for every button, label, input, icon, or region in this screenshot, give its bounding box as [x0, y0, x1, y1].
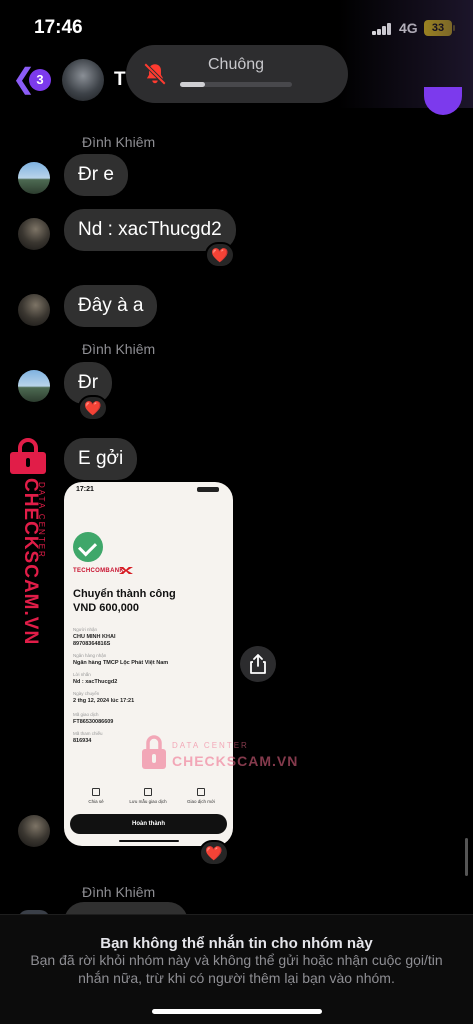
message-bubble[interactable]: E gởi: [64, 438, 138, 480]
bell-slash-icon: [143, 62, 167, 86]
done-button: Hoàn thành: [70, 814, 227, 834]
field-value: CHU MINH KHAI: [73, 634, 116, 640]
save-template-label: Lưu mẫu giao dịch: [129, 799, 167, 804]
avatar[interactable]: [18, 815, 50, 847]
message-bubble[interactable]: Đr e: [64, 154, 128, 196]
receipt-actions: Chia sẻ Lưu mẫu giao dịch Giao dịch mới: [64, 788, 233, 808]
sender-name: Đình Khiêm: [82, 884, 156, 900]
receipt-status-time: 17:21: [76, 486, 94, 493]
field-value: 89708364816S: [73, 641, 111, 647]
notice-text: Bạn đã rời khỏi nhóm này và không thể gử…: [30, 952, 443, 986]
left-group-notice: Bạn không thể nhắn tin cho nhóm này Bạn …: [0, 914, 473, 1024]
field-value: Nd : xacThucgd2: [73, 679, 118, 685]
ringer-label: Chuông: [208, 56, 265, 73]
scrollbar[interactable]: [465, 838, 468, 876]
bank-name: TECHCOMBANK: [73, 568, 124, 574]
lock-icon: [142, 735, 166, 769]
receipt-amount: VND 600,000: [73, 602, 140, 614]
sender-name: Đình Khiêm: [82, 134, 156, 150]
volume-fill: [180, 82, 205, 87]
ringer-popup: Chuông: [126, 45, 348, 103]
avatar[interactable]: [18, 370, 50, 402]
transfer-icon: [197, 788, 205, 796]
new-transaction-label: Giao dịch mới: [187, 799, 215, 804]
field-label: Người nhận: [73, 627, 97, 632]
receipt-image[interactable]: 17:21 TECHCOMBANK Chuyển thành công VND …: [64, 482, 233, 846]
chat-title[interactable]: T: [114, 69, 126, 91]
watermark-overlay: DATA CENTER CHECKSCAM.VN: [140, 733, 300, 773]
document-icon: [144, 788, 152, 796]
field-label: Lời nhắn: [73, 672, 91, 677]
field-label: Mã giao dịch: [73, 712, 99, 717]
receipt-home-indicator: [119, 840, 179, 842]
field-label: Ngày chuyển: [73, 691, 100, 696]
share-action: Chia sẻ: [68, 788, 124, 804]
field-label: Ngân hàng nhận: [73, 653, 107, 658]
avatar[interactable]: [18, 294, 50, 326]
field-value: 816934: [73, 738, 92, 744]
share-icon: [92, 788, 100, 796]
watermark-brand: CHECKSCAM.VN: [172, 753, 299, 769]
new-transaction-action: Giao dịch mới: [173, 788, 229, 804]
watermark-subtitle: DATA CENTER: [172, 741, 249, 750]
volume-slider[interactable]: [180, 82, 292, 87]
sender-name: Đình Khiêm: [82, 341, 156, 357]
share-button[interactable]: [240, 646, 276, 682]
home-indicator[interactable]: [152, 1009, 322, 1014]
field-value: FT86530086609: [73, 719, 114, 725]
unread-badge[interactable]: 3: [29, 69, 51, 91]
avatar[interactable]: [18, 162, 50, 194]
avatar[interactable]: [18, 218, 50, 250]
checkmark-icon: [73, 532, 103, 562]
field-value: Ngân hàng TMCP Lộc Phát Việt Nam: [73, 660, 169, 666]
field-label: Mã tham chiếu: [73, 731, 103, 736]
status-time: 17:46: [34, 17, 83, 38]
share-action-label: Chia sẻ: [88, 799, 104, 804]
heart-icon[interactable]: ❤️: [78, 395, 108, 421]
watermark-vertical: CHECKSCAM.VN DATA CENTER: [4, 438, 52, 648]
field-value: 2 thg 12, 2024 lúc 17:21: [73, 698, 135, 704]
watermark-subtitle: DATA CENTER: [37, 482, 46, 559]
notice-title: Bạn không thể nhắn tin cho nhóm này: [100, 935, 373, 952]
heart-icon[interactable]: ❤️: [205, 242, 235, 268]
share-icon: [250, 654, 266, 674]
group-avatar[interactable]: [62, 59, 104, 101]
lock-icon: [10, 438, 46, 474]
receipt-title: Chuyển thành công: [73, 588, 176, 600]
message-bubble[interactable]: Đây à a: [64, 285, 158, 327]
heart-icon[interactable]: ❤️: [199, 840, 229, 866]
save-template-action: Lưu mẫu giao dịch: [120, 788, 176, 804]
receipt-status-icons: [197, 487, 219, 492]
header-action-button[interactable]: [424, 87, 462, 115]
